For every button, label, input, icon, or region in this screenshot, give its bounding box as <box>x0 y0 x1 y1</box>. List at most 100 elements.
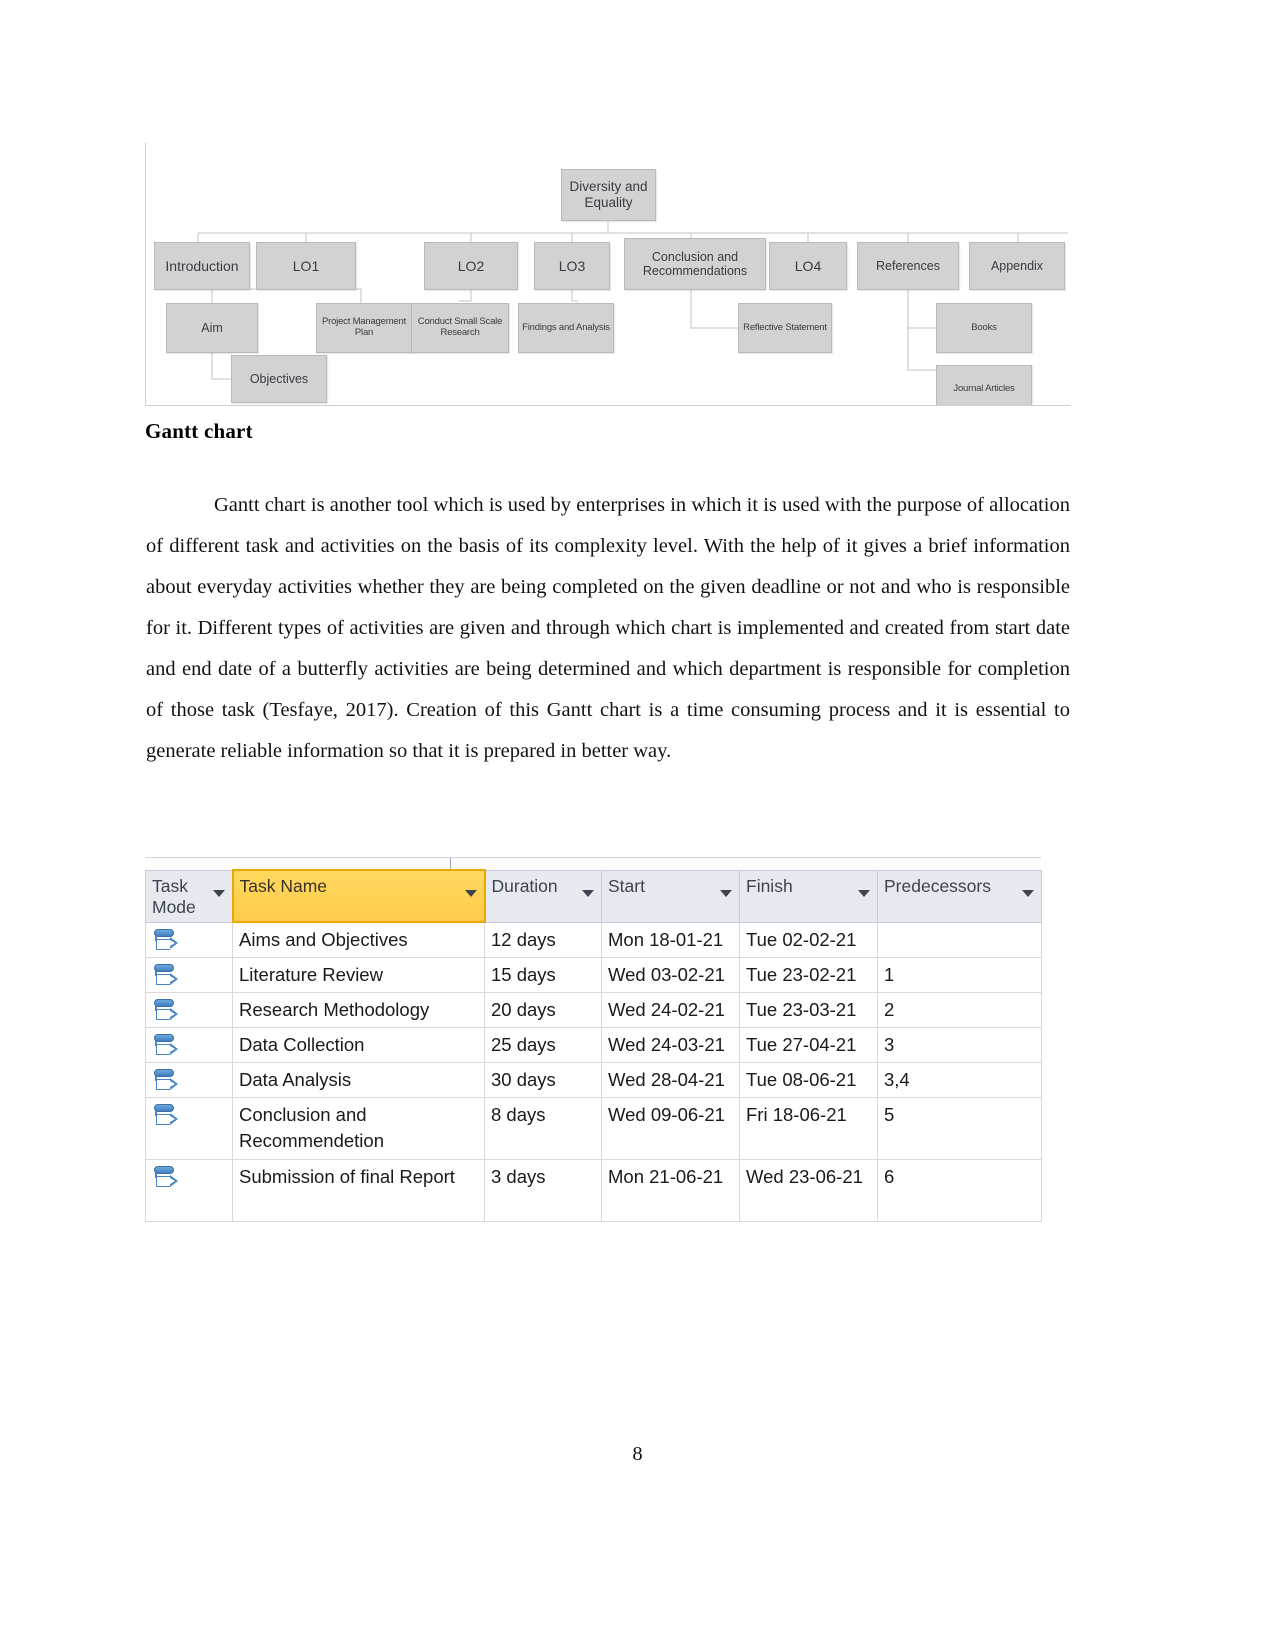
cell-predecessors[interactable] <box>877 921 1042 958</box>
table-row[interactable]: Data Analysis 30 days Wed 28-04-21 Tue 0… <box>145 1062 1042 1098</box>
cell-task-name[interactable]: Conclusion and Recommendetion <box>232 1097 485 1160</box>
column-header-label: Task Name <box>239 876 328 896</box>
orgchart-node-lo1: LO1 <box>256 242 356 290</box>
orgchart-node-conclusion-recommendations: Conclusion and Recommendations <box>624 238 766 290</box>
chevron-down-icon[interactable] <box>1022 889 1034 897</box>
cell-duration[interactable]: 30 days <box>484 1062 602 1098</box>
chevron-down-icon[interactable] <box>858 889 870 897</box>
cell-task-name[interactable]: Aims and Objectives <box>232 921 485 958</box>
cell-finish[interactable]: Wed 23-06-21 <box>739 1159 878 1222</box>
cell-start[interactable]: Mon 18-01-21 <box>601 921 740 958</box>
cell-task-mode[interactable] <box>145 1027 233 1063</box>
orgchart-node-label: Conclusion and Recommendations <box>642 249 748 278</box>
manually-scheduled-icon[interactable] <box>153 1033 179 1061</box>
column-header-label: Start <box>608 875 645 896</box>
gantt-chart-paragraph: Gantt chart is another tool which is use… <box>146 494 1070 762</box>
table-row[interactable]: Submission of final Report 3 days Mon 21… <box>145 1159 1042 1222</box>
cell-duration[interactable]: 12 days <box>484 921 602 958</box>
table-row[interactable]: Data Collection 25 days Wed 24-03-21 Tue… <box>145 1027 1042 1063</box>
orgchart-node-label: LO2 <box>457 257 485 274</box>
manually-scheduled-icon[interactable] <box>153 998 179 1026</box>
cell-finish[interactable]: Fri 18-06-21 <box>739 1097 878 1160</box>
cell-predecessors[interactable]: 6 <box>877 1159 1042 1222</box>
cell-finish[interactable]: Tue 27-04-21 <box>739 1027 878 1063</box>
cell-start[interactable]: Wed 28-04-21 <box>601 1062 740 1098</box>
cell-duration[interactable]: 8 days <box>484 1097 602 1160</box>
orgchart-node-label: LO1 <box>292 257 320 274</box>
cell-task-name[interactable]: Data Collection <box>232 1027 485 1063</box>
cell-start[interactable]: Wed 09-06-21 <box>601 1097 740 1160</box>
cell-finish[interactable]: Tue 23-03-21 <box>739 992 878 1028</box>
orgchart-node-objectives: Objectives <box>231 355 327 403</box>
manually-scheduled-icon[interactable] <box>153 963 179 991</box>
orgchart-node-label: LO4 <box>794 257 822 274</box>
orgchart-node-references: References <box>857 242 959 290</box>
cell-task-name[interactable]: Data Analysis <box>232 1062 485 1098</box>
chevron-down-icon[interactable] <box>464 890 477 897</box>
cell-duration[interactable]: 3 days <box>484 1159 602 1222</box>
column-header-finish[interactable]: Finish <box>739 869 878 923</box>
table-row[interactable]: Literature Review 15 days Wed 03-02-21 T… <box>145 957 1042 993</box>
column-header-label: Duration <box>491 875 558 896</box>
table-header-row: Task Mode Task Name Duration Start Finis… <box>145 869 1042 923</box>
manually-scheduled-icon[interactable] <box>153 1165 179 1193</box>
column-header-label: Predecessors <box>884 875 991 896</box>
cell-predecessors[interactable]: 3 <box>877 1027 1042 1063</box>
cell-finish[interactable]: Tue 02-02-21 <box>739 921 878 958</box>
orgchart-node-label: Journal Articles <box>953 382 1015 394</box>
cell-task-name[interactable]: Submission of final Report <box>232 1159 485 1222</box>
work-breakdown-structure-figure: Diversity and Equality Introduction LO1 … <box>145 143 1071 406</box>
cell-task-mode[interactable] <box>145 992 233 1028</box>
manually-scheduled-icon[interactable] <box>153 1068 179 1096</box>
orgchart-node-project-management-plan: Project Management Plan <box>316 303 412 353</box>
cell-task-name[interactable]: Literature Review <box>232 957 485 993</box>
gantt-timescale-tick <box>450 858 451 869</box>
column-header-duration[interactable]: Duration <box>484 869 602 923</box>
column-header-task-mode[interactable]: Task Mode <box>145 869 233 923</box>
cell-task-mode[interactable] <box>145 1097 233 1160</box>
cell-start[interactable]: Mon 21-06-21 <box>601 1159 740 1222</box>
orgchart-node-conduct-small-scale-research: Conduct Small Scale Research <box>411 303 509 353</box>
table-row[interactable]: Research Methodology 20 days Wed 24-02-2… <box>145 992 1042 1028</box>
orgchart-node-label: Appendix <box>990 258 1044 273</box>
cell-predecessors[interactable]: 2 <box>877 992 1042 1028</box>
gantt-chart-table-figure: Task Mode Task Name Duration Start Finis… <box>145 857 1042 1222</box>
page-number: 8 <box>632 1443 643 1465</box>
column-header-task-name[interactable]: Task Name <box>231 869 486 923</box>
orgchart-node-books: Books <box>936 303 1032 353</box>
cell-start[interactable]: Wed 24-03-21 <box>601 1027 740 1063</box>
orgchart-node-findings-and-analysis: Findings and Analysis <box>518 303 614 353</box>
chevron-down-icon[interactable] <box>720 889 732 897</box>
chevron-down-icon[interactable] <box>212 889 225 897</box>
cell-finish[interactable]: Tue 08-06-21 <box>739 1062 878 1098</box>
cell-predecessors[interactable]: 1 <box>877 957 1042 993</box>
orgchart-node-label: Objectives <box>249 371 309 386</box>
column-header-start[interactable]: Start <box>601 869 740 923</box>
orgchart-node-label: Books <box>971 321 997 333</box>
cell-task-mode[interactable] <box>145 921 233 958</box>
orgchart-node-lo3: LO3 <box>534 242 610 290</box>
cell-predecessors[interactable]: 3,4 <box>877 1062 1042 1098</box>
manually-scheduled-icon[interactable] <box>153 928 179 956</box>
cell-task-mode[interactable] <box>145 1159 233 1222</box>
cell-duration[interactable]: 15 days <box>484 957 602 993</box>
table-row[interactable]: Aims and Objectives 12 days Mon 18-01-21… <box>145 921 1042 958</box>
manually-scheduled-icon[interactable] <box>153 1103 179 1131</box>
cell-start[interactable]: Wed 03-02-21 <box>601 957 740 993</box>
cell-duration[interactable]: 20 days <box>484 992 602 1028</box>
orgchart-node-lo4: LO4 <box>769 242 847 290</box>
cell-task-name[interactable]: Research Methodology <box>232 992 485 1028</box>
cell-finish[interactable]: Tue 23-02-21 <box>739 957 878 993</box>
column-header-label: Task Mode <box>152 875 196 917</box>
cell-start[interactable]: Wed 24-02-21 <box>601 992 740 1028</box>
orgchart-node-journal-articles: Journal Articles <box>936 365 1032 405</box>
table-row[interactable]: Conclusion and Recommendetion 8 days Wed… <box>145 1097 1042 1160</box>
cell-task-mode[interactable] <box>145 1062 233 1098</box>
cell-predecessors[interactable]: 5 <box>877 1097 1042 1160</box>
orgchart-node-lo2: LO2 <box>424 242 518 290</box>
column-header-predecessors[interactable]: Predecessors <box>877 869 1042 923</box>
cell-duration[interactable]: 25 days <box>484 1027 602 1063</box>
orgchart-node-label: Reflective Statement <box>743 321 827 333</box>
cell-task-mode[interactable] <box>145 957 233 993</box>
chevron-down-icon[interactable] <box>582 889 594 897</box>
